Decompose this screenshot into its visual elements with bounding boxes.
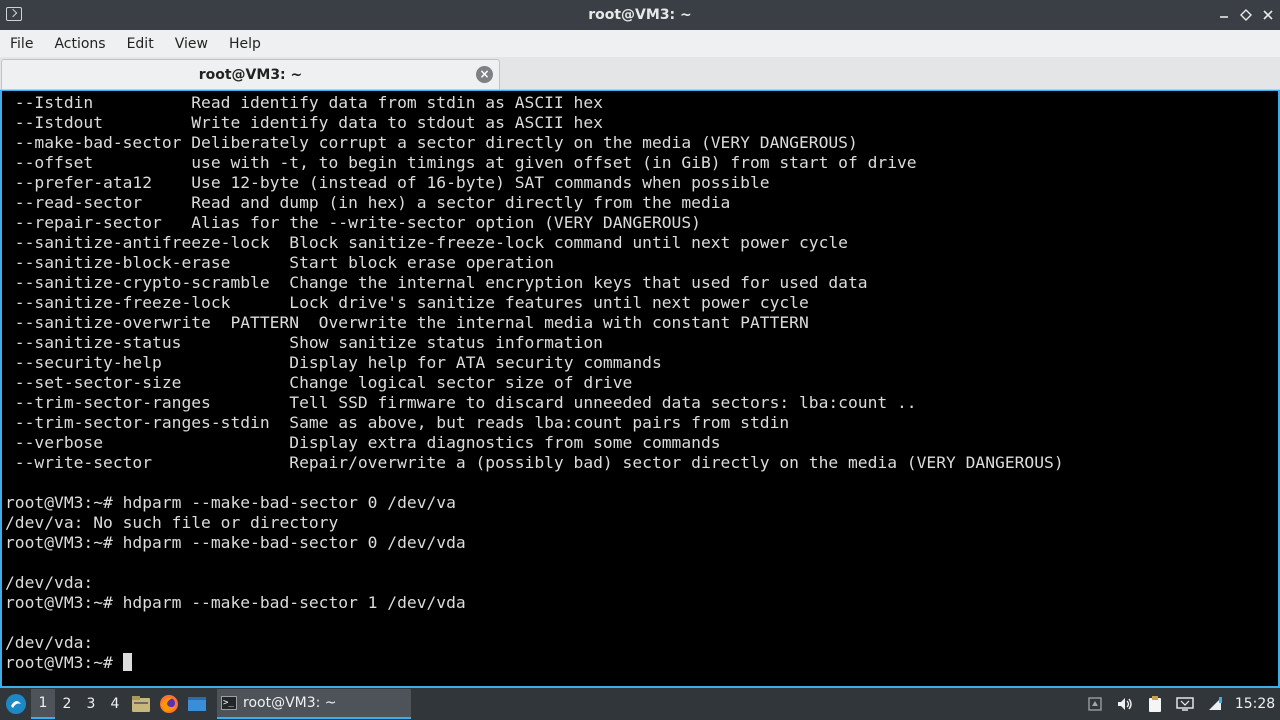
desktop-3-button[interactable]: 3 xyxy=(79,689,103,719)
menu-file[interactable]: File xyxy=(4,36,39,52)
terminal-line: --security-help Display help for ATA sec… xyxy=(5,353,662,372)
terminal-line: /dev/vda: xyxy=(5,633,94,652)
system-tray: 15:28 xyxy=(1080,688,1280,720)
tab-bar: root@VM3: ~ × xyxy=(0,57,1280,90)
close-icon[interactable] xyxy=(1262,9,1274,21)
clock[interactable]: 15:28 xyxy=(1230,696,1280,712)
window-titlebar[interactable]: root@VM3: ~ xyxy=(0,0,1280,30)
terminal-line: root@VM3:~# hdparm --make-bad-sector 1 /… xyxy=(5,593,466,612)
terminal-line: --trim-sector-ranges Tell SSD firmware t… xyxy=(5,393,917,412)
terminal-line: --read-sector Read and dump (in hex) a s… xyxy=(5,193,731,212)
menu-bar: File Actions Edit View Help xyxy=(0,30,1280,57)
tab-close-icon[interactable]: × xyxy=(476,66,493,83)
terminal-line: --set-sector-size Change logical sector … xyxy=(5,373,633,392)
start-menu-icon xyxy=(6,694,26,714)
taskbar: 1 2 3 4 >_ root@VM3: ~ 15:28 xyxy=(0,688,1280,720)
terminal-line: --prefer-ata12 Use 12-byte (instead of 1… xyxy=(5,173,770,192)
volume-icon[interactable] xyxy=(1110,688,1140,720)
task-label: root@VM3: ~ xyxy=(243,695,337,711)
application-menu-button[interactable] xyxy=(1,689,31,719)
desktop-2-button[interactable]: 2 xyxy=(55,689,79,719)
minimize-icon[interactable] xyxy=(1218,9,1230,21)
terminal-line: --Istdin Read identify data from stdin a… xyxy=(5,93,603,112)
desktop-1-button[interactable]: 1 xyxy=(31,689,55,719)
taskbar-task-terminal[interactable]: >_ root@VM3: ~ xyxy=(217,689,411,719)
terminal-line: --sanitize-overwrite PATTERN Overwrite t… xyxy=(5,313,809,332)
menu-help[interactable]: Help xyxy=(223,36,267,52)
terminal-line: --verbose Display extra diagnostics from… xyxy=(5,433,721,452)
terminal-line: /dev/vda: xyxy=(5,573,94,592)
terminal-output[interactable]: --Istdin Read identify data from stdin a… xyxy=(0,90,1280,688)
firefox-icon[interactable] xyxy=(155,689,183,719)
terminal-line: --sanitize-crypto-scramble Change the in… xyxy=(5,273,868,292)
tab-terminal[interactable]: root@VM3: ~ × xyxy=(1,59,500,89)
terminal-line: --sanitize-antifreeze-lock Block sanitiz… xyxy=(5,233,848,252)
notifications-icon[interactable] xyxy=(1080,688,1110,720)
terminal-line: --make-bad-sector Deliberately corrupt a… xyxy=(5,133,858,152)
terminal-prompt-line[interactable]: root@VM3:~# xyxy=(5,653,1278,673)
terminal-icon: >_ xyxy=(221,696,237,710)
terminal-line: --write-sector Repair/overwrite a (possi… xyxy=(5,453,1064,472)
window-controls xyxy=(1218,0,1274,30)
terminal-cursor xyxy=(122,653,132,671)
clipboard-icon[interactable] xyxy=(1140,688,1170,720)
network-icon[interactable] xyxy=(1200,688,1230,720)
window-menu-icon[interactable] xyxy=(6,7,22,21)
terminal-line: root@VM3:~# hdparm --make-bad-sector 0 /… xyxy=(5,533,466,552)
terminal-line: --Istdout Write identify data to stdout … xyxy=(5,113,603,132)
menu-actions[interactable]: Actions xyxy=(48,36,111,52)
desktop-4-button[interactable]: 4 xyxy=(103,689,127,719)
terminal-line: --offset use with -t, to begin timings a… xyxy=(5,153,917,172)
terminal-line: --repair-sector Alias for the --write-se… xyxy=(5,213,701,232)
desktop-icon[interactable] xyxy=(183,689,211,719)
display-icon[interactable] xyxy=(1170,688,1200,720)
terminal-line: --sanitize-block-erase Start block erase… xyxy=(5,253,554,272)
tab-label: root@VM3: ~ xyxy=(198,66,303,83)
file-manager-icon[interactable] xyxy=(127,689,155,719)
terminal-line: /dev/va: No such file or directory xyxy=(5,513,339,532)
terminal-line: --sanitize-status Show sanitize status i… xyxy=(5,333,603,352)
terminal-line: --trim-sector-ranges-stdin Same as above… xyxy=(5,413,790,432)
terminal-prompt: root@VM3:~# xyxy=(5,653,123,672)
menu-view[interactable]: View xyxy=(169,36,214,52)
window-title: root@VM3: ~ xyxy=(588,7,692,23)
terminal-line: root@VM3:~# hdparm --make-bad-sector 0 /… xyxy=(5,493,456,512)
menu-edit[interactable]: Edit xyxy=(121,36,160,52)
terminal-line: --sanitize-freeze-lock Lock drive's sani… xyxy=(5,293,809,312)
maximize-icon[interactable] xyxy=(1240,9,1252,21)
